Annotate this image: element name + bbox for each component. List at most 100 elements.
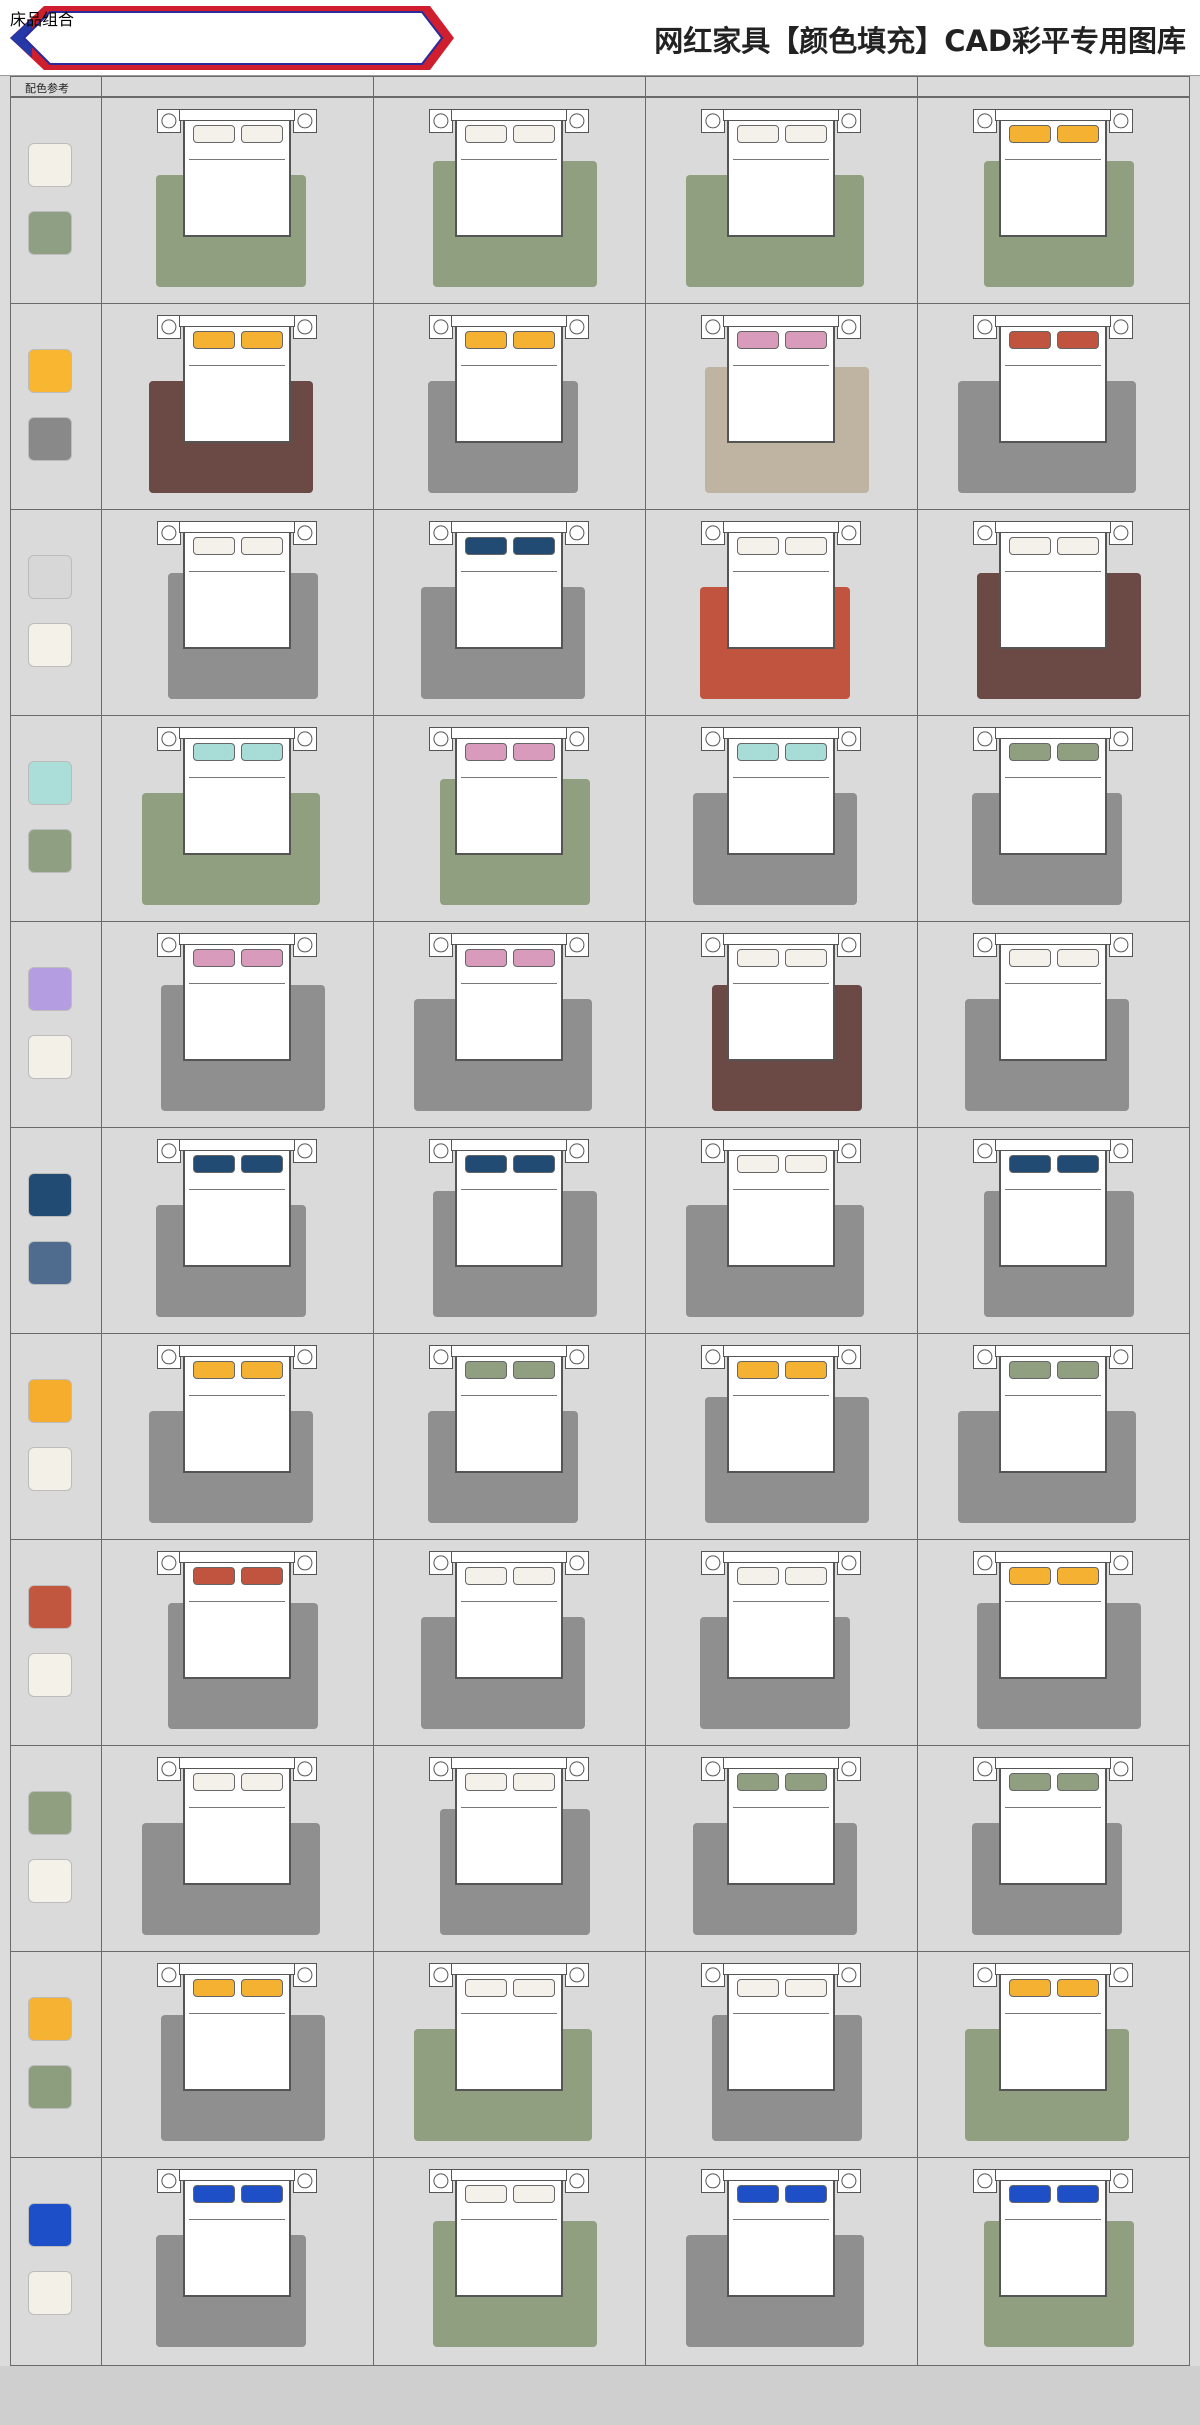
bed-plan-cell bbox=[645, 921, 917, 1127]
nightstand-left bbox=[157, 315, 181, 339]
bed bbox=[179, 109, 295, 237]
bed bbox=[451, 2169, 567, 2297]
color-swatch bbox=[28, 1997, 72, 2041]
headboard bbox=[179, 109, 295, 121]
pillow bbox=[785, 1361, 827, 1379]
bed bbox=[995, 521, 1111, 649]
pillow bbox=[1009, 1773, 1051, 1791]
pillow bbox=[241, 1155, 283, 1173]
pillow bbox=[1009, 949, 1051, 967]
duvet-fold bbox=[733, 2219, 829, 2220]
nightstand-right bbox=[1109, 521, 1133, 545]
nightstand-right bbox=[837, 109, 861, 133]
color-swatch bbox=[28, 143, 72, 187]
bed-plan-cell bbox=[917, 509, 1189, 715]
nightstand-left bbox=[157, 521, 181, 545]
nightstand-right bbox=[565, 315, 589, 339]
pillow bbox=[513, 537, 555, 555]
duvet-fold bbox=[189, 1395, 285, 1396]
bed-plan-cell bbox=[917, 1127, 1189, 1333]
bed-plan-cell bbox=[373, 1539, 645, 1745]
nightstand-right bbox=[293, 2169, 317, 2193]
headboard bbox=[723, 727, 839, 739]
bed-plan-cell bbox=[101, 2157, 373, 2363]
pillow bbox=[241, 743, 283, 761]
bed-plan-cell bbox=[645, 303, 917, 509]
nightstand-left bbox=[429, 521, 453, 545]
duvet-fold bbox=[461, 365, 557, 366]
nightstand-left bbox=[701, 1139, 725, 1163]
nightstand-right bbox=[565, 1551, 589, 1575]
nightstand-right bbox=[837, 727, 861, 751]
bed bbox=[179, 1345, 295, 1473]
headboard bbox=[723, 1551, 839, 1563]
duvet-fold bbox=[461, 777, 557, 778]
pillow bbox=[241, 1979, 283, 1997]
duvet-fold bbox=[1005, 2013, 1101, 2014]
duvet-fold bbox=[461, 1601, 557, 1602]
bed-plan-cell bbox=[645, 509, 917, 715]
headboard bbox=[995, 109, 1111, 121]
pillow bbox=[1057, 125, 1099, 143]
nightstand-left bbox=[973, 2169, 997, 2193]
pillow bbox=[1009, 1979, 1051, 1997]
pillow bbox=[513, 2185, 555, 2203]
nightstand-right bbox=[293, 1345, 317, 1369]
nightstand-right bbox=[1109, 727, 1133, 751]
bed-plan-cell bbox=[101, 715, 373, 921]
headboard bbox=[995, 933, 1111, 945]
nightstand-right bbox=[293, 315, 317, 339]
bed bbox=[451, 1963, 567, 2091]
headboard bbox=[451, 933, 567, 945]
duvet-fold bbox=[1005, 1601, 1101, 1602]
bed bbox=[179, 1139, 295, 1267]
nightstand-left bbox=[157, 1139, 181, 1163]
bed-plan-cell bbox=[645, 1539, 917, 1745]
headboard bbox=[179, 2169, 295, 2181]
pillow bbox=[513, 1155, 555, 1173]
bed-plan-cell bbox=[917, 921, 1189, 1127]
duvet-fold bbox=[461, 1395, 557, 1396]
pillow bbox=[193, 331, 235, 349]
pillow bbox=[785, 1773, 827, 1791]
headboard bbox=[179, 1963, 295, 1975]
bed bbox=[451, 521, 567, 649]
bed-plan-cell bbox=[373, 715, 645, 921]
pillow bbox=[1057, 331, 1099, 349]
nightstand-left bbox=[701, 1757, 725, 1781]
pillow bbox=[465, 743, 507, 761]
pillow bbox=[737, 949, 779, 967]
pillow bbox=[513, 1567, 555, 1585]
duvet-fold bbox=[461, 2013, 557, 2014]
pillow bbox=[737, 537, 779, 555]
pillow bbox=[785, 743, 827, 761]
nightstand-left bbox=[157, 2169, 181, 2193]
nightstand-left bbox=[701, 1345, 725, 1369]
pillow bbox=[513, 331, 555, 349]
nightstand-left bbox=[429, 727, 453, 751]
nightstand-left bbox=[701, 109, 725, 133]
color-reference-label: 配色参考 bbox=[25, 82, 69, 95]
pillow bbox=[737, 125, 779, 143]
duvet-fold bbox=[733, 1807, 829, 1808]
nightstand-right bbox=[565, 2169, 589, 2193]
pillow bbox=[1009, 125, 1051, 143]
pillow bbox=[1057, 537, 1099, 555]
nightstand-right bbox=[1109, 1139, 1133, 1163]
nightstand-right bbox=[293, 521, 317, 545]
headboard bbox=[995, 1345, 1111, 1357]
pillow bbox=[465, 537, 507, 555]
duvet-fold bbox=[1005, 983, 1101, 984]
bed bbox=[179, 727, 295, 855]
bed-plan-cell bbox=[101, 303, 373, 509]
nightstand-right bbox=[837, 1139, 861, 1163]
color-swatch bbox=[28, 1241, 72, 1285]
headboard bbox=[451, 2169, 567, 2181]
nightstand-right bbox=[837, 1551, 861, 1575]
pillow bbox=[785, 1979, 827, 1997]
duvet-fold bbox=[189, 365, 285, 366]
bed-plan-cell bbox=[917, 1539, 1189, 1745]
bed bbox=[995, 2169, 1111, 2297]
bed bbox=[179, 1963, 295, 2091]
pillow bbox=[193, 743, 235, 761]
